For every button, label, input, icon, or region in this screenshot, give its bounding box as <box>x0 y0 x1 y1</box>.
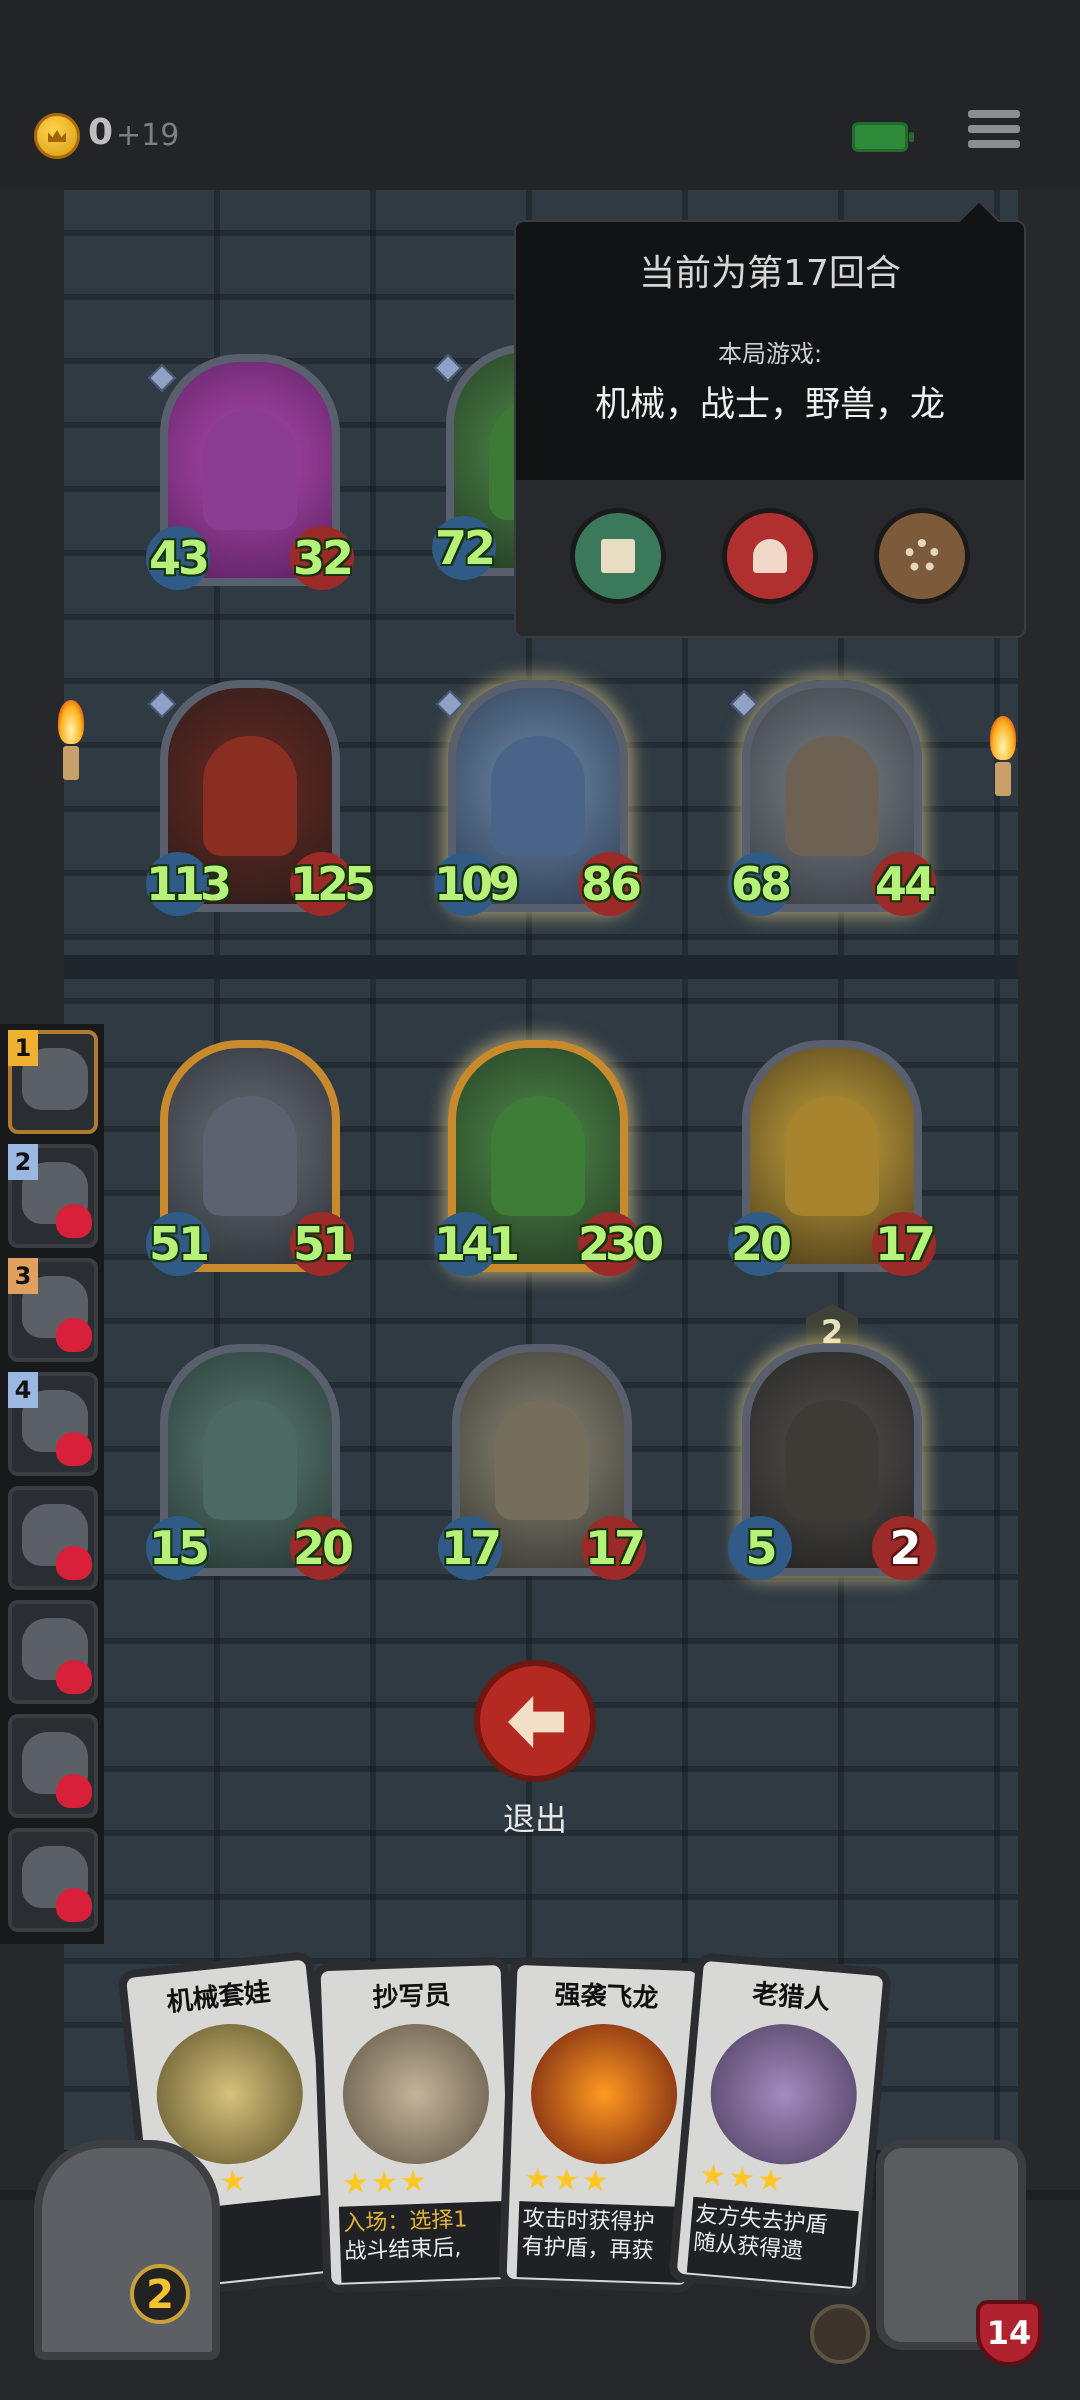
attack-value: 141 <box>434 1212 520 1276</box>
health-value: 44 <box>872 852 936 916</box>
gear-icon <box>905 539 939 573</box>
minion-card[interactable]: 20 17 <box>728 1040 936 1276</box>
opponent-slot[interactable] <box>8 1600 98 1704</box>
card-description: 友方失去护盾 随从获得遗 <box>686 2196 859 2287</box>
attack-value: 43 <box>146 526 210 590</box>
minion-card[interactable]: 68 44 <box>728 680 936 916</box>
opponent-rank: 3 <box>8 1258 38 1294</box>
helmet-icon[interactable] <box>810 2304 870 2364</box>
opponent-slot[interactable]: 1 <box>8 1030 98 1134</box>
attack-value: 20 <box>728 1212 792 1276</box>
attack-value: 5 <box>728 1516 792 1580</box>
arrow-left-icon <box>508 1696 564 1748</box>
card-description: 入场：选择1 战斗结束后, <box>338 2200 508 2283</box>
hero-health: 14 <box>976 2300 1042 2366</box>
health-value: 230 <box>578 1212 664 1276</box>
skull-icon <box>56 1660 92 1694</box>
board-divider <box>64 955 1018 979</box>
book-icon <box>601 539 635 573</box>
skull-icon <box>56 1432 92 1466</box>
health-value: 20 <box>290 1516 354 1580</box>
health-value: 17 <box>872 1212 936 1276</box>
minion-card[interactable]: 43 32 <box>146 354 354 590</box>
gold-amount: 0 <box>88 112 114 153</box>
gold-income: +19 <box>116 118 180 153</box>
attack-value: 113 <box>146 852 232 916</box>
minion-card[interactable]: 113 125 <box>146 680 376 916</box>
tavern-chest[interactable] <box>34 2140 220 2360</box>
opponent-slot[interactable]: 2 <box>8 1144 98 1248</box>
tribes-list: 机械，战士，野兽，龙 <box>594 385 945 425</box>
golden-minion-card[interactable]: 51 51 <box>146 1040 354 1276</box>
card-stars: ★★★ <box>341 2163 430 2202</box>
round-info-popup: 当前为第17回合 本局游戏: 机械，战士，野兽，龙 <box>514 220 1026 638</box>
tribes-label: 本局游戏: <box>717 340 823 368</box>
opponent-rank: 4 <box>8 1372 38 1408</box>
chest-count: 2 <box>130 2264 190 2324</box>
card-stars: ★★★ <box>697 2157 788 2200</box>
exit-button[interactable] <box>474 1660 596 1782</box>
hand-card[interactable]: 老猎人 ★★★ 友方失去护盾 随从获得遗 <box>667 1952 893 2298</box>
minion-card[interactable]: 17 17 <box>438 1344 646 1580</box>
golden-minion-card[interactable]: 141 230 <box>434 1040 664 1276</box>
skull-icon <box>56 1888 92 1922</box>
health-value: 32 <box>290 526 354 590</box>
opponent-rank: 1 <box>8 1030 38 1066</box>
round-number: 当前为第17回合 <box>639 253 901 294</box>
card-name: 强袭飞龙 <box>553 1980 659 2014</box>
health-value: 51 <box>290 1212 354 1276</box>
opponent-slot[interactable]: 3 <box>8 1258 98 1362</box>
helmet-icon <box>753 539 787 573</box>
health-value: 17 <box>582 1516 646 1580</box>
attack-value: 15 <box>146 1516 210 1580</box>
top-bar <box>0 0 1080 190</box>
exit-label: 退出 <box>502 1800 567 1838</box>
card-name: 老猎人 <box>750 1979 832 2016</box>
minion-card[interactable]: 15 20 <box>146 1344 354 1580</box>
torch-icon <box>58 700 84 780</box>
opponent-rank: 2 <box>8 1144 38 1180</box>
skull-icon <box>56 1546 92 1580</box>
attack-value: 51 <box>146 1212 210 1276</box>
opponent-slot[interactable] <box>8 1828 98 1932</box>
card-stars: ★★★ <box>523 2161 612 2200</box>
hand-card[interactable]: 抄写员 ★★★ 入场：选择1 战斗结束后, <box>312 1956 520 2294</box>
skull-icon <box>56 1774 92 1808</box>
health-value: 2 <box>872 1516 936 1580</box>
hero-button[interactable] <box>722 508 818 604</box>
attack-value: 109 <box>434 852 520 916</box>
attack-value: 72 <box>432 516 496 580</box>
card-art <box>704 2018 863 2171</box>
health-value: 86 <box>578 852 642 916</box>
skull-icon <box>56 1318 92 1352</box>
card-name: 抄写员 <box>372 1980 452 2014</box>
gold-coin-icon <box>34 113 80 159</box>
card-art <box>528 2021 680 2167</box>
minion-card[interactable]: 109 86 <box>434 680 642 916</box>
opponent-slot[interactable]: 4 <box>8 1372 98 1476</box>
menu-icon[interactable] <box>968 110 1020 158</box>
codex-button[interactable] <box>570 508 666 604</box>
skull-icon <box>56 1204 92 1238</box>
battery-icon <box>852 122 914 152</box>
card-art <box>340 2021 492 2167</box>
opponent-slot[interactable] <box>8 1486 98 1590</box>
attack-value: 17 <box>438 1516 502 1580</box>
settings-button[interactable] <box>874 508 970 604</box>
card-name: 机械套娃 <box>165 1977 272 2019</box>
right-wall <box>1018 190 1080 2190</box>
attack-value: 68 <box>728 852 792 916</box>
opponent-slot[interactable] <box>8 1714 98 1818</box>
minion-card[interactable]: 2 5 2 <box>728 1304 936 1580</box>
card-description: 攻击时获得护 有护盾，再获 <box>516 2201 686 2283</box>
torch-icon <box>990 716 1016 796</box>
health-value: 125 <box>290 852 376 916</box>
